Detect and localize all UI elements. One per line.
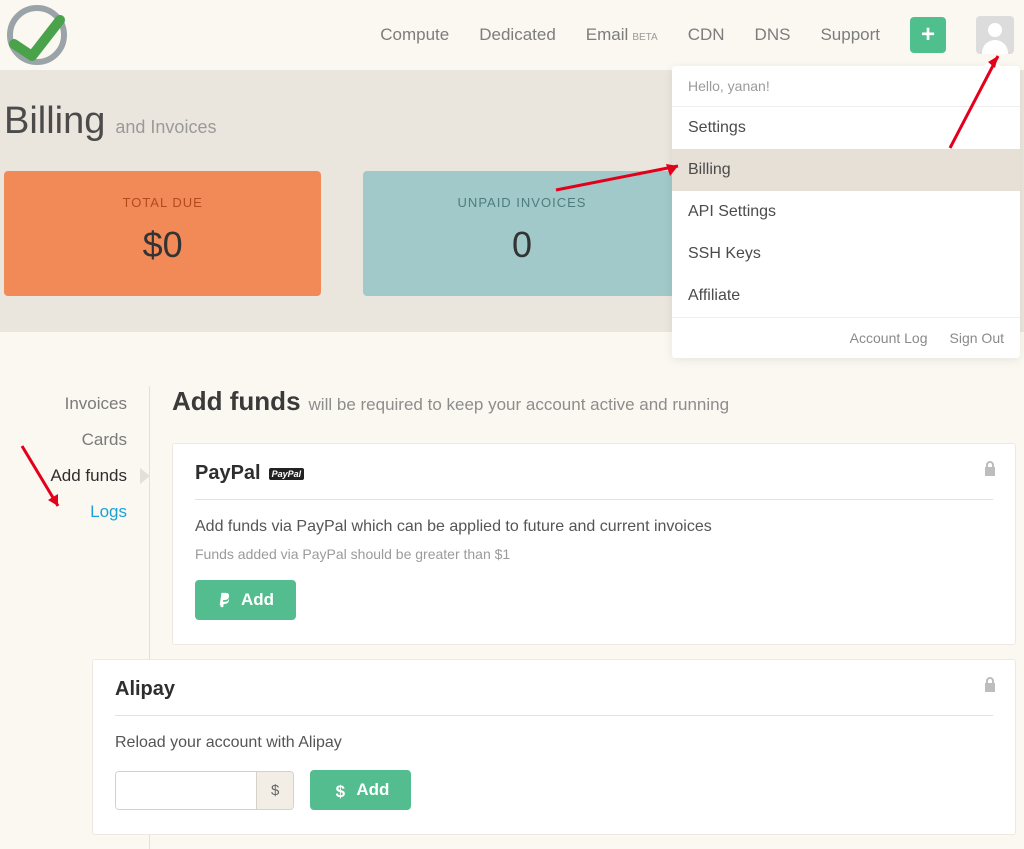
logo[interactable] [6,4,68,66]
dropdown-account-log[interactable]: Account Log [850,330,928,346]
stat-value: $0 [14,224,311,266]
nav-dedicated[interactable]: Dedicated [479,25,556,45]
paypal-icon [217,592,233,608]
page-title-main: Billing [4,100,105,143]
section-heading-title: Add funds [172,386,301,417]
nav-cdn[interactable]: CDN [688,25,725,45]
stat-label: TOTAL DUE [14,195,311,210]
dropdown-footer: Account Log Sign Out [672,317,1020,358]
currency-addon: $ [256,772,293,809]
panel-title: Alipay [115,678,175,701]
nav-support[interactable]: Support [820,25,880,45]
dropdown-sign-out[interactable]: Sign Out [950,330,1004,346]
dropdown-api-settings[interactable]: API Settings [672,191,1020,233]
avatar[interactable] [976,16,1014,54]
add-alipay-button[interactable]: $ Add [310,770,411,810]
paypal-badge-icon: PayPal [269,468,305,480]
dropdown-settings[interactable]: Settings [672,107,1020,149]
sidebar-item-cards[interactable]: Cards [0,422,149,458]
sidebar-item-logs[interactable]: Logs [0,494,149,530]
dollar-icon: $ [332,782,348,798]
nav-compute[interactable]: Compute [380,25,449,45]
lock-icon [983,460,997,481]
content-area: Invoices Cards Add funds Logs Add funds … [0,332,1024,849]
amount-input-group: $ [115,771,294,810]
panel-header: Alipay [115,678,993,716]
button-label: Add [356,780,389,800]
section-heading-rest: will be required to keep your account ac… [309,395,730,415]
nav-dns[interactable]: DNS [755,25,791,45]
panel-paypal: PayPal PayPal Add funds via PayPal which… [172,443,1016,645]
add-button[interactable]: + [910,17,946,53]
amount-row: $ $ Add [115,770,993,810]
add-paypal-button[interactable]: Add [195,580,296,620]
section-heading: Add funds will be required to keep your … [172,386,1016,417]
plus-icon: + [921,21,935,49]
stat-label: UNPAID INVOICES [373,195,670,210]
dropdown-affiliate[interactable]: Affiliate [672,275,1020,317]
page-title-sub: and Invoices [115,117,216,138]
user-dropdown: Hello, yanan! Settings Billing API Setti… [672,66,1020,358]
header: Compute Dedicated EmailBETA CDN DNS Supp… [0,0,1024,70]
sidebar-item-invoices[interactable]: Invoices [0,386,149,422]
dropdown-billing[interactable]: Billing [672,149,1020,191]
main-content: Add funds will be required to keep your … [150,386,1024,849]
dropdown-ssh-keys[interactable]: SSH Keys [672,233,1020,275]
beta-badge: BETA [632,32,657,43]
panel-description: Reload your account with Alipay [115,734,993,752]
dropdown-greeting: Hello, yanan! [672,66,1020,107]
button-label: Add [241,590,274,610]
main-nav: Compute Dedicated EmailBETA CDN DNS Supp… [380,16,1024,54]
panel-note: Funds added via PayPal should be greater… [195,546,993,562]
stat-unpaid-invoices[interactable]: UNPAID INVOICES 0 [363,171,680,296]
sidebar-item-add-funds[interactable]: Add funds [0,458,149,494]
panel-description: Add funds via PayPal which can be applie… [195,518,993,536]
panel-header: PayPal PayPal [195,462,993,500]
lock-icon [983,676,997,697]
amount-input[interactable] [116,772,256,809]
nav-email[interactable]: EmailBETA [586,25,658,45]
stat-value: 0 [373,224,670,266]
panel-alipay: Alipay Reload your account with Alipay $… [92,659,1016,835]
panel-title: PayPal [195,462,261,485]
stat-total-due[interactable]: TOTAL DUE $0 [4,171,321,296]
